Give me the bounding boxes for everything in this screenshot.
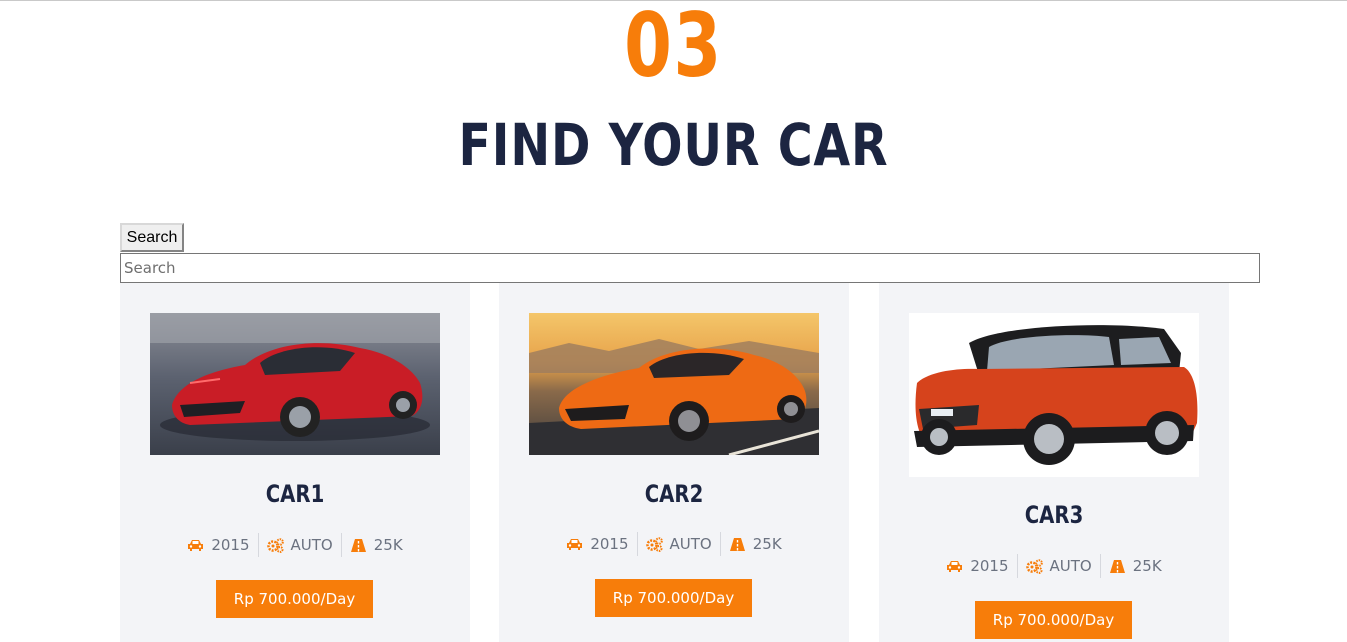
car-specs: 2015 AUTO 25K [879, 554, 1229, 578]
spec-transmission: AUTO [1016, 554, 1100, 578]
spec-mileage-value: 25K [752, 535, 782, 553]
spec-year-value: 2015 [211, 536, 250, 554]
search-button[interactable]: Search [120, 223, 184, 252]
car-image [150, 313, 440, 455]
car-card: CAR3 2015 AUTO 25K Rp 700.000/Day [879, 283, 1229, 642]
rent-price-button[interactable]: Rp 700.000/Day [216, 580, 373, 618]
spec-transmission: AUTO [257, 533, 341, 557]
gears-icon [645, 536, 663, 552]
page-title: FIND YOUR CAR [458, 111, 889, 179]
spec-transmission-value: AUTO [669, 535, 712, 553]
car-name: CAR2 [644, 480, 704, 508]
car-icon [567, 538, 583, 550]
spec-mileage-value: 25K [1132, 557, 1162, 575]
spec-transmission-value: AUTO [290, 536, 333, 554]
road-icon [350, 538, 366, 552]
car-specs: 2015 AUTO 25K [120, 533, 470, 557]
spec-year: 2015 [558, 532, 636, 556]
rent-price-button[interactable]: Rp 700.000/Day [595, 579, 752, 617]
section-number: 03 [624, 0, 723, 97]
car-image [529, 313, 819, 455]
road-icon [729, 537, 745, 551]
road-icon [1109, 559, 1125, 573]
car-image [909, 313, 1199, 477]
gears-icon [266, 537, 284, 553]
car-name: CAR1 [265, 480, 325, 508]
search-input[interactable] [120, 253, 1260, 283]
car-icon [947, 560, 963, 572]
spec-year-value: 2015 [970, 557, 1009, 575]
car-card: CAR2 2015 AUTO 25K Rp 700.000/Day [499, 283, 849, 642]
gears-icon [1025, 558, 1043, 574]
spec-mileage: 25K [340, 533, 411, 557]
car-name: CAR3 [1024, 501, 1084, 529]
spec-year: 2015 [179, 533, 257, 557]
rent-price-button[interactable]: Rp 700.000/Day [975, 601, 1132, 639]
car-specs: 2015 AUTO 25K [499, 532, 849, 556]
car-icon [188, 539, 204, 551]
spec-year: 2015 [938, 554, 1016, 578]
spec-transmission: AUTO [636, 532, 720, 556]
spec-mileage-value: 25K [373, 536, 403, 554]
spec-mileage: 25K [719, 532, 790, 556]
spec-year-value: 2015 [590, 535, 629, 553]
spec-mileage: 25K [1099, 554, 1170, 578]
car-card: CAR1 2015 AUTO 25K Rp 700.000/Day [120, 283, 470, 642]
spec-transmission-value: AUTO [1049, 557, 1092, 575]
